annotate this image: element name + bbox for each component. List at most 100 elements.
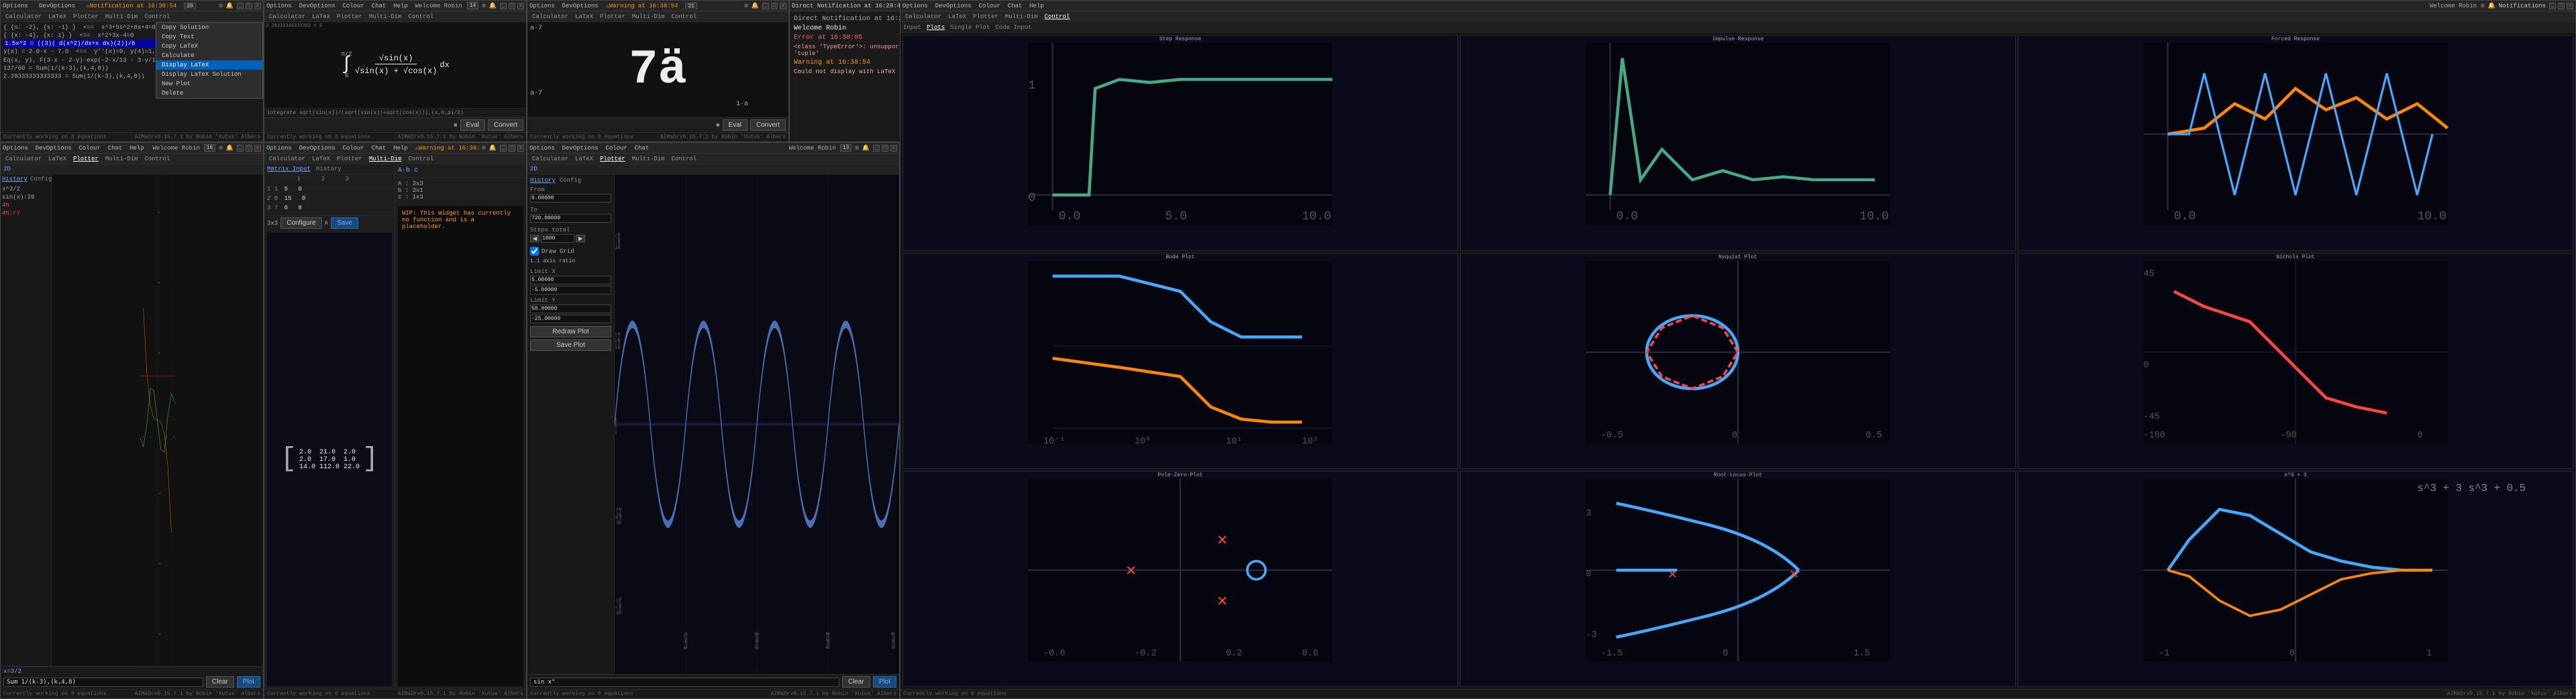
history-item-1-5[interactable]: x^3/2 [2,186,50,193]
menu-colour-6[interactable]: Colour [342,145,364,152]
maximize-btn-7[interactable]: □ [882,145,888,152]
maximize-btn-1[interactable]: □ [246,3,252,9]
tab-latex-2[interactable]: LaTeX [310,13,332,20]
close-btn-3[interactable]: ✕ [780,3,786,9]
close-btn-1[interactable]: ✕ [254,3,261,9]
ctx-calculate[interactable]: Calculate [156,51,262,60]
ctx-display-latex-sol[interactable]: Display LaTeX Solution [156,70,262,79]
menu-devoptions-6[interactable]: DevOptions [299,145,336,152]
ctx-delete[interactable]: Delete [156,89,262,98]
menu-options-7[interactable]: Options [529,145,555,152]
tab-calculator-5[interactable]: Calculator [3,156,44,162]
tab-control-8[interactable]: Control [1042,13,1072,20]
tab-latex-8[interactable]: LaTeX [946,13,968,20]
tab-multidim-8[interactable]: Multi-Dim [1003,13,1040,20]
tab-plotter-3[interactable]: Plotter [598,13,627,20]
plot-btn-7[interactable]: Plot [873,676,896,688]
history-tab-5[interactable]: History [2,176,28,182]
maximize-btn-5[interactable]: □ [246,145,252,152]
clear-btn-5[interactable]: Clear [206,676,234,688]
config-tab-7[interactable]: Config [560,177,581,184]
menu-chat-5[interactable]: Chat [108,145,123,152]
minimize-btn-5[interactable]: _ [237,145,244,152]
menu-colour-2[interactable]: Colour [342,3,364,9]
tab-plotter-7[interactable]: Plotter [598,156,627,162]
close-btn-5[interactable]: ✕ [254,145,261,152]
ctx-new-plot[interactable]: New Plot [156,79,262,89]
tab-multidim-3[interactable]: Multi-Dim [630,13,667,20]
tab-calculator-8[interactable]: Calculator [903,13,943,20]
maximize-btn-8[interactable]: □ [2558,3,2565,9]
from-input-7[interactable] [530,194,611,203]
tab-latex-7[interactable]: LaTeX [573,156,595,162]
minimize-btn-1[interactable]: _ [237,3,244,9]
steps-inc-7[interactable]: ▶ [576,235,585,242]
menu-devoptions-8[interactable]: DevOptions [935,3,972,9]
save-plot-btn-7[interactable]: Save Plot [530,339,611,351]
convert-btn-2[interactable]: Convert [488,119,523,131]
tab-control-2[interactable]: Control [406,13,435,20]
tab-plotter-1[interactable]: Plotter [71,13,101,20]
tab-multidim-7[interactable]: Multi-Dim [630,156,667,162]
ctx-copy-text[interactable]: Copy Text [156,32,262,42]
menu-options-6[interactable]: Options [266,145,292,152]
minimize-btn-6[interactable]: _ [500,145,507,152]
clear-btn-7[interactable]: Clear [842,676,870,688]
close-btn-8[interactable]: ✕ [2567,3,2573,9]
tab-control-6[interactable]: Control [406,156,435,162]
minimize-btn-3[interactable]: _ [762,3,769,9]
menu-options-1[interactable]: Options [3,3,28,9]
tab-multidim-1[interactable]: Multi-Dim [103,13,140,20]
save-btn-6[interactable]: Save [331,217,358,229]
menu-help-5[interactable]: Help [130,145,144,152]
sub-tab-plots-8[interactable]: Plots [927,24,945,31]
tab-plotter-2[interactable]: Plotter [335,13,364,20]
limit-y-input-7[interactable] [530,305,611,313]
menu-chat-6[interactable]: Chat [372,145,387,152]
limit-y2-input-7[interactable] [530,315,611,323]
tab-multidim-2[interactable]: Multi-Dim [367,13,404,20]
menu-devoptions-7[interactable]: DevOptions [562,145,599,152]
tab-calculator-3[interactable]: Calculator [530,13,570,20]
ctx-copy-solution[interactable]: Copy Solution [156,23,262,32]
close-btn-6[interactable]: ✕ [517,145,524,152]
tab-calculator-2[interactable]: Calculator [267,13,307,20]
menu-help-6[interactable]: Help [393,145,408,152]
tab-latex-1[interactable]: LaTeX [46,13,68,20]
eval-btn-2[interactable]: Eval [460,119,485,131]
ctx-display-latex[interactable]: Display LaTeX [156,60,262,70]
redraw-btn-7[interactable]: Redraw Plot [530,326,611,337]
menu-options-5[interactable]: Options [3,145,28,152]
history-tab-6[interactable]: History [316,166,342,172]
history-tab-7[interactable]: History [530,177,556,184]
tab-control-3[interactable]: Control [669,13,699,20]
sub-tab-input-8[interactable]: Input [903,24,921,31]
minimize-btn-8[interactable]: _ [2549,3,2556,9]
steps-input-7[interactable] [541,234,574,243]
tab-plotter-6[interactable]: Plotter [335,156,364,162]
tab-calculator-7[interactable]: Calculator [530,156,570,162]
config-tab-5[interactable]: Config [30,176,52,182]
tab-calculator-1[interactable]: Calculator [3,13,44,20]
tab-latex-5[interactable]: LaTeX [46,156,68,162]
limit-x-input-7[interactable] [530,276,611,284]
notifications-8[interactable]: Notifications [2499,3,2546,9]
close-btn-7[interactable]: ✕ [890,145,897,152]
plot-btn-5[interactable]: Plot [237,676,260,688]
menu-devoptions-5[interactable]: DevOptions [36,145,72,152]
convert-btn-3[interactable]: Convert [750,119,786,131]
menu-options-2[interactable]: Options [266,3,292,9]
menu-help-2[interactable]: Help [393,3,408,9]
input-field-7[interactable] [530,678,839,687]
menu-options-3[interactable]: Options [529,3,555,9]
menu-chat-8[interactable]: Chat [1008,3,1023,9]
menu-chat-7[interactable]: Chat [635,145,650,152]
tab-plotter-8[interactable]: Plotter [971,13,1000,20]
menu-colour-8[interactable]: Colour [978,3,1000,9]
steps-dec-7[interactable]: ◀ [530,235,539,242]
limit-x2-input-7[interactable] [530,286,611,294]
history-item-3-5[interactable]: 4π [2,202,50,209]
draw-grid-check-7[interactable] [530,247,539,256]
tab-multidim-5[interactable]: Multi-Dim [103,156,140,162]
tab-plotter-5[interactable]: Plotter [71,156,101,162]
